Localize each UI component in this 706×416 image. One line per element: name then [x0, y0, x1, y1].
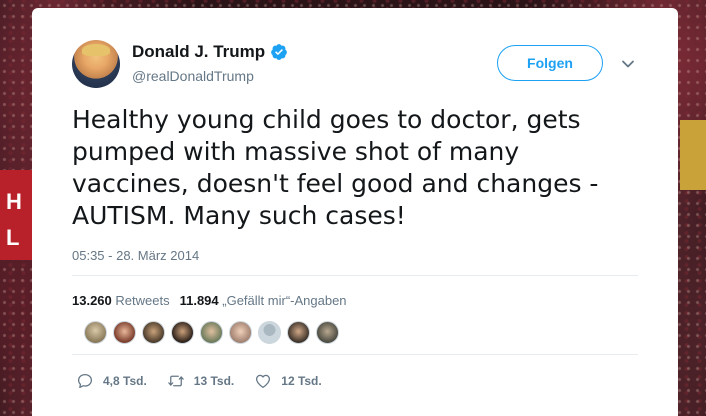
- like-action[interactable]: 12 Tsd.: [254, 372, 322, 390]
- heart-icon: [256, 374, 271, 389]
- reply-icon: [77, 373, 93, 389]
- tweet-text: Healthy young child goes to doctor, gets…: [72, 105, 599, 230]
- follow-button[interactable]: Folgen: [497, 45, 603, 81]
- liker-avatar[interactable]: [200, 321, 223, 344]
- author-handle[interactable]: @realDonaldTrump: [132, 68, 254, 84]
- retweets-count: 13.260: [72, 293, 112, 308]
- reply-action[interactable]: 4,8 Tsd.: [76, 372, 147, 390]
- author-name-row[interactable]: Donald J. Trump: [132, 42, 288, 62]
- retweet-count: 13 Tsd.: [193, 374, 235, 388]
- background-sign-right: [680, 120, 706, 190]
- author-name[interactable]: Donald J. Trump: [132, 42, 265, 62]
- liker-avatar[interactable]: [229, 321, 252, 344]
- liker-avatar[interactable]: [258, 321, 281, 344]
- likes-count: 11.894: [179, 293, 219, 308]
- background-sign: HL: [0, 170, 32, 260]
- liker-avatar[interactable]: [316, 321, 339, 344]
- liker-avatar[interactable]: [84, 321, 107, 344]
- retweets-stat[interactable]: 13.260 Retweets: [72, 293, 170, 308]
- retweet-action[interactable]: 13 Tsd.: [167, 372, 234, 390]
- liker-avatar[interactable]: [171, 321, 194, 344]
- liker-avatar[interactable]: [113, 321, 136, 344]
- liker-avatars: [84, 321, 339, 344]
- tweet-timestamp[interactable]: 05:35 - 28. März 2014: [72, 248, 199, 263]
- liker-avatar[interactable]: [287, 321, 310, 344]
- likes-stat[interactable]: 11.894 „Gefällt mir“-Angaben: [180, 293, 347, 308]
- like-count: 12 Tsd.: [281, 374, 322, 388]
- tweet-actions: 4,8 Tsd. 13 Tsd. 12 Tsd.: [76, 372, 342, 390]
- divider: [72, 275, 638, 276]
- retweet-icon: [168, 375, 184, 387]
- reply-count: 4,8 Tsd.: [103, 374, 147, 388]
- divider: [72, 354, 638, 355]
- liker-avatar[interactable]: [142, 321, 165, 344]
- retweets-label: Retweets: [115, 293, 170, 308]
- tweet-stats: 13.260 Retweets 11.894 „Gefällt mir“-Ang…: [72, 293, 347, 308]
- verified-badge-icon: [271, 44, 288, 60]
- likes-label: „Gefällt mir“-Angaben: [222, 293, 347, 308]
- author-avatar[interactable]: [72, 40, 120, 88]
- tweet-card: Donald J. Trump @realDonaldTrump Folgen …: [32, 8, 678, 416]
- chevron-down-icon[interactable]: [620, 56, 636, 72]
